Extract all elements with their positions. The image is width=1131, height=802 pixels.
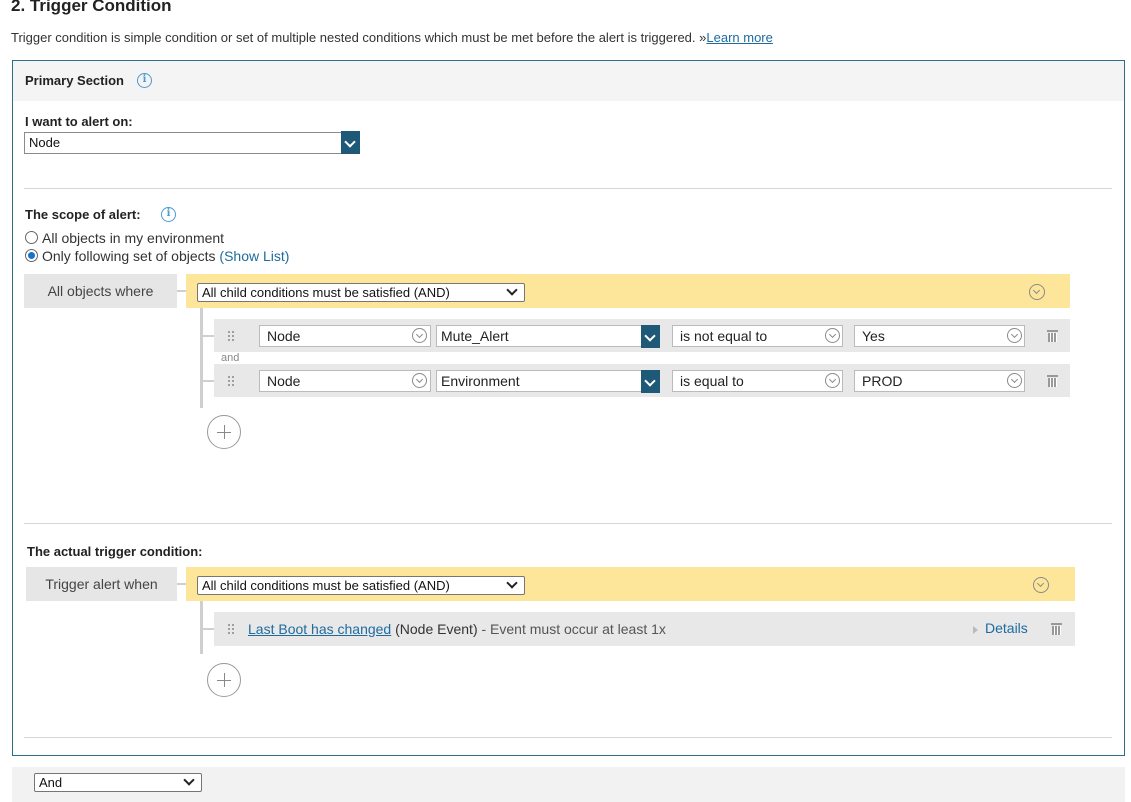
primary-section-panel — [12, 60, 1125, 756]
event-suffix: - Event must occur at least 1x — [477, 621, 666, 637]
chevron-down-icon — [1007, 373, 1022, 388]
radio-all-objects-label: All objects in my environment — [42, 230, 225, 246]
info-icon[interactable]: i — [161, 207, 176, 222]
radio-following-objects-label: Only following set of objects (Show List… — [42, 248, 289, 264]
chevron-down-icon — [412, 328, 427, 343]
and-select[interactable]: And — [34, 773, 202, 792]
divider — [24, 737, 1112, 738]
condition-value-select[interactable]: PROD — [854, 370, 1025, 392]
trigger-group-select[interactable]: All child conditions must be satisfied (… — [197, 576, 525, 595]
trigger-alert-when-label: Trigger alert when — [26, 567, 177, 601]
drag-handle-icon[interactable] — [227, 375, 235, 387]
condition-field-select[interactable]: Environment — [436, 370, 643, 392]
scope-group-select[interactable]: All child conditions must be satisfied (… — [197, 283, 525, 302]
chevron-down-icon[interactable] — [641, 325, 660, 348]
drag-handle-icon[interactable] — [227, 623, 235, 635]
learn-more-link[interactable]: Learn more — [706, 30, 772, 45]
condition-value-select[interactable]: Yes — [854, 325, 1025, 347]
trigger-event-text: Last Boot has changed (Node Event) - Eve… — [248, 621, 666, 637]
chevron-down-icon — [825, 328, 840, 343]
condition-object-select[interactable]: Node — [259, 325, 431, 347]
divider — [24, 188, 1112, 189]
condition-joiner: and — [221, 352, 240, 364]
description-text: Trigger condition is simple condition or… — [11, 30, 707, 45]
event-link[interactable]: Last Boot has changed — [248, 621, 391, 637]
radio-all-objects[interactable] — [25, 231, 38, 244]
primary-section-title: Primary Section — [25, 73, 124, 88]
condition-operator-select[interactable]: is equal to — [672, 370, 843, 392]
radio-following-objects[interactable] — [25, 249, 38, 262]
condition-field-select[interactable]: Mute_Alert — [436, 325, 643, 347]
chevron-down-icon — [1007, 328, 1022, 343]
chevron-down-icon[interactable] — [641, 370, 660, 393]
collapse-group-icon[interactable] — [1029, 284, 1045, 300]
tree-line — [200, 308, 203, 408]
delete-icon[interactable] — [1047, 329, 1058, 342]
trigger-label: The actual trigger condition: — [27, 544, 203, 559]
condition-object-select[interactable]: Node — [259, 370, 431, 392]
section-title: 2. Trigger Condition — [11, 0, 172, 15]
trigger-group-select-value: All child conditions must be satisfied (… — [202, 578, 450, 593]
alert-on-label: I want to alert on: — [25, 114, 133, 129]
expand-icon — [973, 626, 978, 634]
scope-label: The scope of alert: — [25, 207, 141, 222]
show-list-link[interactable]: (Show List) — [219, 248, 289, 264]
add-condition-button[interactable] — [207, 415, 241, 449]
all-objects-where-label: All objects where — [24, 274, 177, 308]
divider — [24, 523, 1112, 524]
scope-group-select-value: All child conditions must be satisfied (… — [202, 285, 450, 300]
section-description: Trigger condition is simple condition or… — [11, 30, 773, 45]
drag-handle-icon[interactable] — [227, 330, 235, 342]
info-icon[interactable]: i — [137, 73, 152, 88]
and-select-value: And — [39, 775, 63, 790]
alert-on-select[interactable]: Node — [24, 132, 342, 154]
delete-icon[interactable] — [1047, 374, 1058, 387]
add-condition-button[interactable] — [207, 663, 241, 697]
chevron-down-icon — [412, 373, 427, 388]
chevron-down-icon — [825, 373, 840, 388]
details-link[interactable]: Details — [985, 620, 1028, 636]
chevron-down-icon[interactable] — [341, 131, 360, 154]
condition-operator-select[interactable]: is not equal to — [672, 325, 843, 347]
radio-following-objects-text: Only following set of objects — [42, 248, 216, 264]
collapse-group-icon[interactable] — [1033, 577, 1049, 593]
event-type: (Node Event) — [391, 621, 478, 637]
delete-icon[interactable] — [1051, 622, 1062, 635]
primary-section-header — [13, 61, 1124, 101]
